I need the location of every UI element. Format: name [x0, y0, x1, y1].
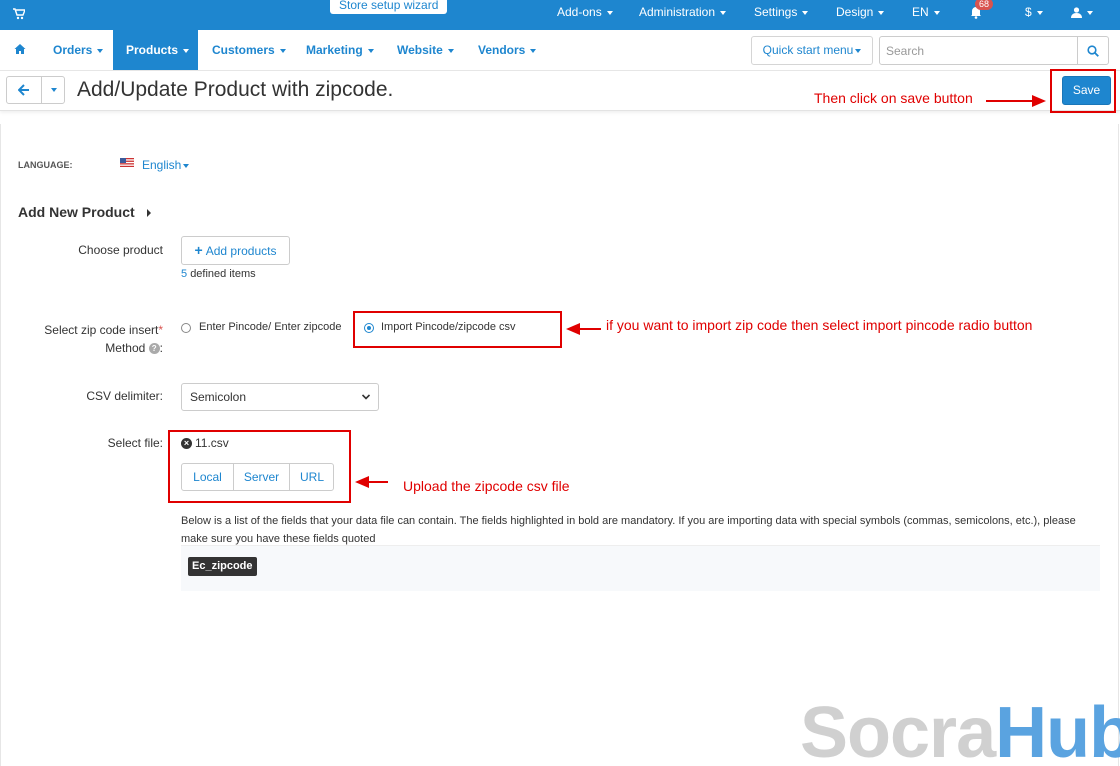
settings-menu[interactable]: Settings	[754, 0, 809, 30]
search-button[interactable]	[1077, 36, 1109, 65]
language-label: LANGUAGE:	[18, 160, 73, 170]
csv-delimiter-select[interactable]: Semicolon	[181, 383, 379, 411]
addons-menu[interactable]: Add-ons	[557, 0, 613, 30]
annotation-box-file	[168, 430, 351, 503]
defined-items-count: 5 defined items	[181, 268, 256, 280]
chevron-down-icon	[362, 394, 370, 400]
chevron-down-icon[interactable]	[51, 88, 57, 92]
chevron-down-icon	[97, 48, 104, 53]
administration-menu[interactable]: Administration	[639, 0, 727, 30]
language-menu-label: EN	[912, 5, 929, 19]
chevron-down-icon	[855, 48, 862, 53]
annotation-box-radio	[353, 311, 562, 348]
field-tag-ec-zipcode: Ec_zipcode	[188, 557, 257, 576]
admin-top-bar: Store setup wizard Add-ons Administratio…	[0, 0, 1120, 30]
annotation-box-save	[1050, 69, 1116, 113]
radio-enter-pincode-label[interactable]: Enter Pincode/ Enter zipcode	[199, 321, 341, 333]
chevron-down-icon	[183, 48, 190, 53]
cart-icon[interactable]	[13, 8, 25, 20]
chevron-down-icon	[279, 48, 286, 53]
nav-vendors-label: Vendors	[478, 43, 526, 57]
chevron-down-icon	[720, 10, 727, 15]
nav-marketing-label: Marketing	[306, 43, 363, 57]
notification-count-badge: 68	[975, 0, 994, 10]
back-button-group	[6, 76, 65, 104]
store-setup-wizard-button[interactable]: Store setup wizard	[330, 0, 448, 14]
chevron-down-icon	[367, 48, 374, 53]
section-title-add-new-product[interactable]: Add New Product	[18, 204, 151, 220]
plus-icon: +	[194, 242, 203, 258]
us-flag-icon	[120, 158, 134, 167]
choose-product-label: Choose product	[78, 243, 163, 257]
required-asterisk: *	[158, 323, 163, 337]
language-selector[interactable]: English	[142, 158, 190, 172]
fields-list-box	[181, 545, 1100, 591]
nav-products[interactable]: Products	[113, 30, 198, 70]
help-icon[interactable]: ?	[148, 343, 160, 355]
chevron-down-icon	[802, 10, 809, 15]
addons-menu-label: Add-ons	[557, 5, 602, 19]
chevron-down-icon	[933, 10, 940, 15]
chevron-down-icon	[447, 48, 454, 53]
annotation-save-note: Then click on save button	[814, 90, 973, 106]
add-products-button[interactable]: + Add products	[181, 236, 290, 265]
nav-orders-label: Orders	[53, 43, 93, 57]
annotation-upload-note: Upload the zipcode csv file	[403, 478, 570, 494]
watermark-part1: Socra	[800, 693, 996, 766]
settings-menu-label: Settings	[754, 5, 798, 19]
quick-start-label: Quick start menu	[762, 43, 854, 57]
socrahub-watermark-logo: SocraHub	[800, 692, 1120, 766]
nav-marketing[interactable]: Marketing	[306, 30, 374, 70]
chevron-down-icon	[530, 48, 537, 53]
nav-orders[interactable]: Orders	[40, 30, 116, 70]
csv-delimiter-value: Semicolon	[190, 390, 247, 404]
annotation-radio-note: if you want to import zip code then sele…	[606, 317, 1033, 333]
nav-vendors[interactable]: Vendors	[478, 30, 537, 70]
currency-menu[interactable]: $	[1025, 0, 1043, 30]
search-input[interactable]	[879, 36, 1078, 65]
quick-start-menu-button[interactable]: Quick start menu	[751, 36, 873, 65]
nav-website-label: Website	[397, 43, 443, 57]
defined-count[interactable]: 5	[181, 268, 187, 280]
chevron-down-icon	[878, 10, 885, 15]
page-title: Add/Update Product with zipcode.	[77, 78, 394, 101]
watermark-part2: Hub	[995, 693, 1120, 766]
administration-menu-label: Administration	[639, 5, 716, 19]
design-menu-label: Design	[836, 5, 874, 19]
insert-method-label-line2: Method	[105, 341, 146, 355]
fields-info-text: Below is a list of the fields that your …	[181, 515, 1076, 545]
language-value: English	[142, 158, 182, 172]
insert-method-label-line1: Select zip code insert	[44, 323, 159, 337]
caret-right-icon	[146, 209, 151, 218]
user-menu[interactable]	[1071, 0, 1093, 30]
back-arrow-icon[interactable]	[18, 84, 30, 96]
add-products-label: Add products	[205, 244, 277, 258]
nav-customers-label: Customers	[212, 43, 275, 57]
chevron-down-icon	[1087, 10, 1093, 15]
nav-products-label: Products	[126, 43, 179, 57]
select-file-label: Select file:	[107, 436, 163, 450]
user-icon	[1071, 7, 1082, 19]
design-menu[interactable]: Design	[836, 0, 885, 30]
defined-suffix: defined items	[190, 268, 256, 280]
chevron-down-icon	[606, 10, 613, 15]
csv-delimiter-label: CSV delimiter:	[86, 389, 163, 403]
currency-menu-label: $	[1025, 5, 1032, 19]
section-title-label: Add New Product	[18, 204, 135, 220]
search-icon	[1087, 45, 1099, 57]
nav-website[interactable]: Website	[397, 30, 454, 70]
chevron-down-icon	[183, 163, 190, 168]
language-menu[interactable]: EN	[912, 0, 940, 30]
nav-customers[interactable]: Customers	[212, 30, 286, 70]
button-divider	[41, 77, 42, 103]
radio-enter-pincode[interactable]	[181, 323, 191, 333]
chevron-down-icon	[1036, 10, 1043, 15]
home-icon[interactable]	[14, 43, 26, 55]
insert-method-label: Select zip code insert* Method ?:	[44, 323, 163, 355]
